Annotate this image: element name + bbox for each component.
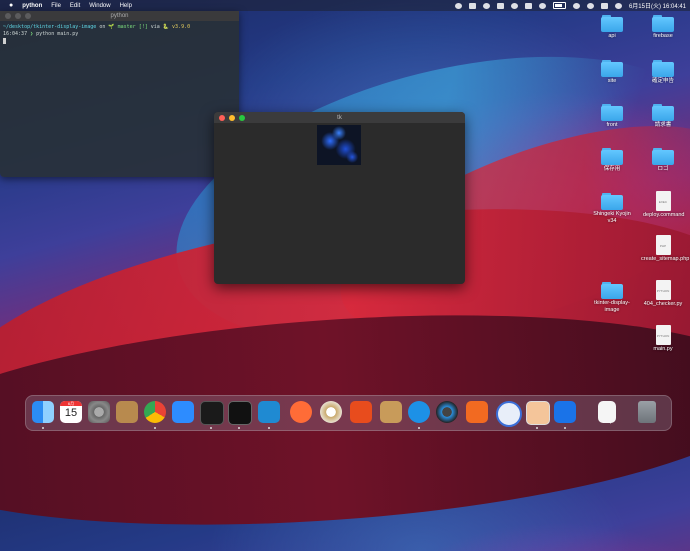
folder-icon [601,282,623,299]
terminal-cursor [3,38,6,44]
activity-monitor-icon[interactable] [200,401,224,425]
document-icon[interactable] [598,401,616,423]
desktop-folder-shingeki[interactable]: Shingeki Kyojin v34 [592,193,632,225]
desktop-file-sitemap[interactable]: PHP create_sitemap.php [641,235,689,263]
desktop-folder-api[interactable]: api [592,15,632,40]
desktop-folder-invoice[interactable]: 請求書 [643,104,683,129]
sourcetree-icon[interactable] [466,401,488,423]
menu-file[interactable]: File [51,3,61,9]
preview-icon[interactable] [526,401,550,425]
system-preferences-icon[interactable] [88,401,110,423]
zoom-icon[interactable] [172,401,194,423]
dock: 6月 15 [25,395,672,431]
menu-window[interactable]: Window [89,3,110,9]
running-indicator [210,427,212,429]
infinity-icon[interactable] [554,401,576,423]
trash-icon[interactable] [638,401,656,423]
desktop-folder-site[interactable]: site [592,60,632,85]
running-indicator [564,427,566,429]
postman-icon[interactable] [290,401,312,423]
desktop-folder-front[interactable]: front [592,104,632,129]
tk-titlebar[interactable]: tk [214,112,465,123]
tk-window[interactable]: tk [214,112,465,284]
menu-bar: ● python File Edit Window Help 6月15日(火) … [0,0,690,11]
terminal-title: python [110,13,129,19]
folder-icon [601,148,623,165]
apple-menu-icon[interactable]: ● [9,2,13,9]
folder-icon [601,15,623,32]
desktop-file-deploy[interactable]: EXEC deploy.command [643,191,684,219]
tk-title: tk [337,114,342,121]
close-button[interactable] [219,114,225,121]
sequel-icon[interactable] [320,401,342,423]
archive-icon[interactable] [380,401,402,423]
status-app-icon[interactable] [496,2,504,9]
battery-icon[interactable] [552,2,566,9]
minimize-button[interactable] [15,13,21,19]
folder-icon [652,15,674,32]
quicktime-icon[interactable] [436,401,458,423]
calendar-icon[interactable]: 6月 15 [60,401,82,423]
terminal-line: 16:04:37 ❯ python main.py [3,31,79,37]
desktop-file-404-checker[interactable]: PYTHON 404_checker.py [641,280,685,308]
chrome-icon[interactable] [144,401,166,423]
terminal-line: ~/desktop/tkinter-display-image on 🌱 mas… [3,24,191,30]
status-app-icon[interactable] [454,2,462,9]
status-app-icon[interactable] [482,2,490,9]
app-icon[interactable] [496,401,522,427]
folder-icon [601,60,623,77]
wifi-icon[interactable] [572,2,580,9]
close-button[interactable] [5,13,11,19]
folder-icon [601,104,623,121]
running-indicator [42,427,44,429]
folder-icon [652,60,674,77]
contacts-icon[interactable] [116,401,138,423]
running-indicator [536,427,538,429]
exec-file-icon: EXEC [655,191,671,211]
python-file-icon: PYTHON [655,325,671,345]
zoom-button[interactable] [25,13,31,19]
running-indicator [238,427,240,429]
siri-icon[interactable] [614,2,622,9]
desktop-file-main-py[interactable]: PYTHON main.py [643,325,683,353]
status-app-icon[interactable] [510,2,518,9]
folder-icon [652,148,674,165]
terminal-window[interactable]: python ~/desktop/tkinter-display-image o… [0,11,239,177]
terminal-output[interactable]: ~/desktop/tkinter-display-image on 🌱 mas… [0,21,239,49]
running-indicator [268,427,270,429]
control-center-icon[interactable] [600,2,608,9]
terminal-icon[interactable] [228,401,252,425]
desktop-folder-storage[interactable]: 保存用 [592,148,632,173]
vscode-icon[interactable] [258,401,280,423]
menu-edit[interactable]: Edit [70,3,80,9]
desktop-folder-logo[interactable]: ロゴ [643,148,683,173]
zoom-button[interactable] [239,114,245,121]
running-indicator [154,427,156,429]
search-icon[interactable] [586,2,594,9]
terminal-titlebar[interactable]: python [0,11,239,21]
menu-app-name[interactable]: python [22,3,42,9]
desktop-folder-firebase[interactable]: firebase [643,15,683,40]
python-file-icon: PYTHON [655,280,671,300]
status-area: 6月15日(火) 16:04:41 [454,0,686,11]
folder-icon [652,104,674,121]
desktop-folder-tkinter[interactable]: tkinter-display-image [590,282,634,314]
clock[interactable]: 6月15日(火) 16:04:41 [629,1,686,10]
chart-app-icon[interactable] [350,401,372,423]
displayed-image [317,125,361,165]
status-app-icon[interactable] [524,2,532,9]
menu-help[interactable]: Help [120,3,132,9]
minimize-button[interactable] [229,114,235,121]
php-file-icon: PHP [655,235,671,255]
status-app-icon[interactable] [468,2,476,9]
running-indicator [418,427,420,429]
desktop-folder-tax[interactable]: 確定申告 [643,60,683,85]
docker-icon[interactable] [408,401,430,423]
finder-icon[interactable] [32,401,54,423]
folder-icon [601,193,623,210]
bluetooth-icon[interactable] [538,2,546,9]
